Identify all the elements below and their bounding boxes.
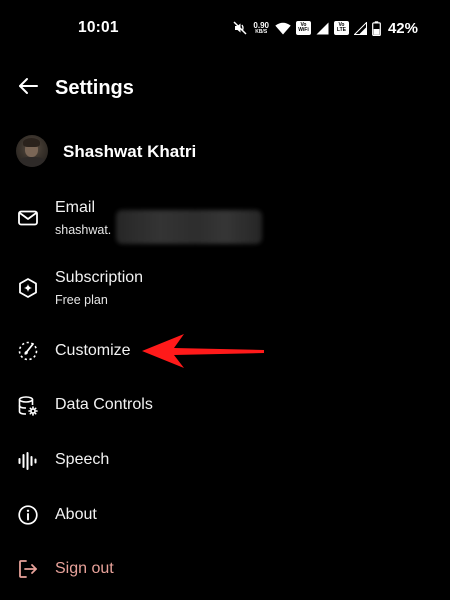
redacted-email-blur bbox=[116, 210, 262, 244]
settings-item-about[interactable]: About bbox=[0, 500, 450, 530]
settings-item-label: Subscription bbox=[55, 269, 144, 286]
sparkle-hexagon-icon bbox=[16, 276, 40, 300]
settings-item-label: Email bbox=[55, 199, 96, 216]
settings-item-sign-out[interactable]: Sign out bbox=[0, 555, 450, 585]
audio-waveform-icon bbox=[16, 449, 40, 473]
status-bar: 10:01 0.90 KB/S Vo WiFi Vo LTE 42% bbox=[0, 0, 450, 56]
settings-item-speech[interactable]: Speech bbox=[0, 446, 450, 476]
settings-item-label: Sign out bbox=[55, 560, 114, 577]
status-icons: 0.90 KB/S Vo WiFi Vo LTE 42% bbox=[233, 17, 418, 39]
profile-row[interactable]: Shashwat Khatri bbox=[0, 130, 450, 174]
settings-item-subscription[interactable]: Subscription Free plan bbox=[0, 266, 450, 322]
settings-item-label: About bbox=[55, 506, 97, 523]
settings-item-email[interactable]: Email shashwat. bbox=[0, 196, 450, 252]
wifi-icon bbox=[275, 22, 291, 35]
subscription-plan: Free plan bbox=[55, 293, 108, 307]
info-icon bbox=[16, 503, 40, 527]
back-button[interactable] bbox=[14, 74, 42, 102]
avatar bbox=[16, 135, 48, 167]
sim2-volte-lte-icon: Vo LTE bbox=[333, 21, 349, 35]
email-value: shashwat. bbox=[55, 223, 112, 237]
battery-percent: 42% bbox=[387, 19, 418, 37]
status-time: 10:01 bbox=[78, 19, 119, 36]
profile-name: Shashwat Khatri bbox=[63, 142, 197, 161]
mute-icon bbox=[233, 21, 247, 35]
customize-brush-icon bbox=[16, 339, 40, 363]
settings-screen: 10:01 0.90 KB/S Vo WiFi Vo LTE 42% Setti… bbox=[0, 0, 450, 600]
arrow-left-icon bbox=[17, 75, 39, 102]
settings-item-label: Data Controls bbox=[55, 396, 153, 413]
database-gear-icon bbox=[16, 394, 40, 418]
page-title: Settings bbox=[55, 77, 134, 99]
settings-item-label: Customize bbox=[55, 342, 131, 359]
mail-icon bbox=[16, 206, 40, 230]
sign-out-icon bbox=[16, 557, 40, 581]
signal-strength-icon-2 bbox=[353, 21, 367, 35]
signal-strength-icon-1 bbox=[316, 22, 329, 35]
settings-item-data-controls[interactable]: Data Controls bbox=[0, 391, 450, 421]
settings-item-customize[interactable]: Customize bbox=[0, 336, 450, 366]
sim1-volte-wifi-icon: Vo WiFi bbox=[295, 21, 311, 35]
settings-header: Settings bbox=[0, 68, 450, 108]
net-speed-indicator: 0.90 KB/S bbox=[253, 20, 269, 35]
settings-item-label: Speech bbox=[55, 451, 110, 468]
battery-icon bbox=[372, 20, 381, 36]
